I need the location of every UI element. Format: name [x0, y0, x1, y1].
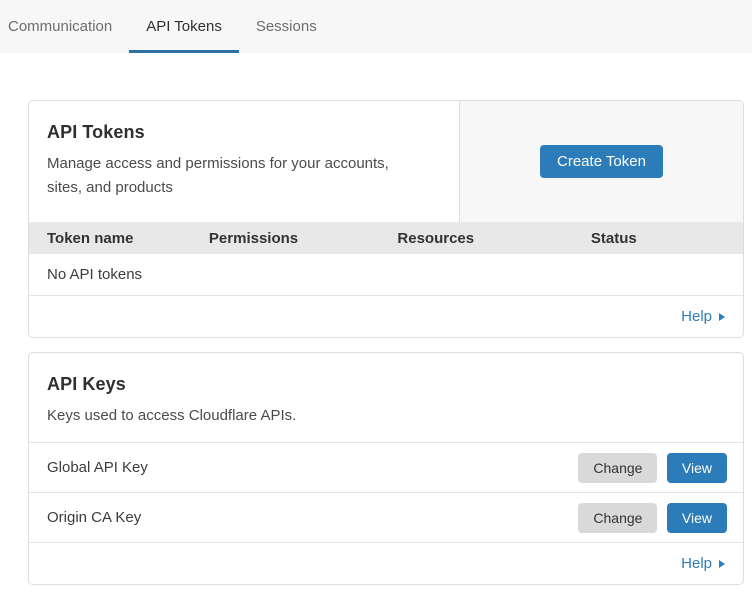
api-tokens-description: Manage access and permissions for your a…	[47, 152, 409, 200]
api-keys-card: API Keys Keys used to access Cloudflare …	[28, 352, 744, 585]
api-tokens-card: API Tokens Manage access and permissions…	[28, 100, 744, 338]
change-global-api-key-button[interactable]: Change	[578, 453, 657, 483]
help-label: Help	[681, 308, 712, 325]
global-api-key-actions: Change View	[578, 453, 727, 483]
api-tokens-header-text: API Tokens Manage access and permissions…	[29, 101, 459, 222]
api-keys-description: Keys used to access Cloudflare APIs.	[47, 404, 409, 428]
help-label: Help	[681, 555, 712, 572]
empty-tokens-row: No API tokens	[29, 254, 743, 296]
api-keys-footer: Help	[29, 543, 743, 584]
api-tokens-footer: Help	[29, 296, 743, 337]
right-triangle-icon	[719, 560, 725, 568]
create-token-panel: Create Token	[459, 101, 743, 222]
tab-api-tokens[interactable]: API Tokens	[129, 0, 239, 53]
api-tokens-header: API Tokens Manage access and permissions…	[29, 101, 743, 222]
create-token-button[interactable]: Create Token	[540, 145, 663, 178]
tab-bar: Communication API Tokens Sessions	[0, 0, 752, 53]
change-origin-ca-key-button[interactable]: Change	[578, 503, 657, 533]
global-api-key-label: Global API Key	[47, 459, 148, 476]
origin-ca-key-actions: Change View	[578, 503, 727, 533]
api-tokens-help-link[interactable]: Help	[681, 308, 725, 325]
api-keys-title: API Keys	[47, 374, 725, 395]
origin-ca-key-row: Origin CA Key Change View	[29, 493, 743, 543]
view-origin-ca-key-button[interactable]: View	[667, 503, 727, 533]
view-global-api-key-button[interactable]: View	[667, 453, 727, 483]
right-triangle-icon	[719, 313, 725, 321]
token-table-header: Token name Permissions Resources Status	[29, 222, 743, 254]
tab-communication[interactable]: Communication	[0, 0, 129, 53]
api-keys-help-link[interactable]: Help	[681, 555, 725, 572]
origin-ca-key-label: Origin CA Key	[47, 509, 141, 526]
api-tokens-title: API Tokens	[47, 122, 441, 143]
global-api-key-row: Global API Key Change View	[29, 443, 743, 493]
tab-sessions[interactable]: Sessions	[239, 0, 334, 53]
column-permissions: Permissions	[209, 230, 397, 247]
column-resources: Resources	[397, 230, 590, 247]
column-status: Status	[591, 230, 743, 247]
main-content: API Tokens Manage access and permissions…	[28, 100, 744, 585]
column-token-name: Token name	[29, 230, 209, 247]
api-keys-header: API Keys Keys used to access Cloudflare …	[29, 353, 743, 443]
empty-tokens-message: No API tokens	[47, 266, 142, 283]
